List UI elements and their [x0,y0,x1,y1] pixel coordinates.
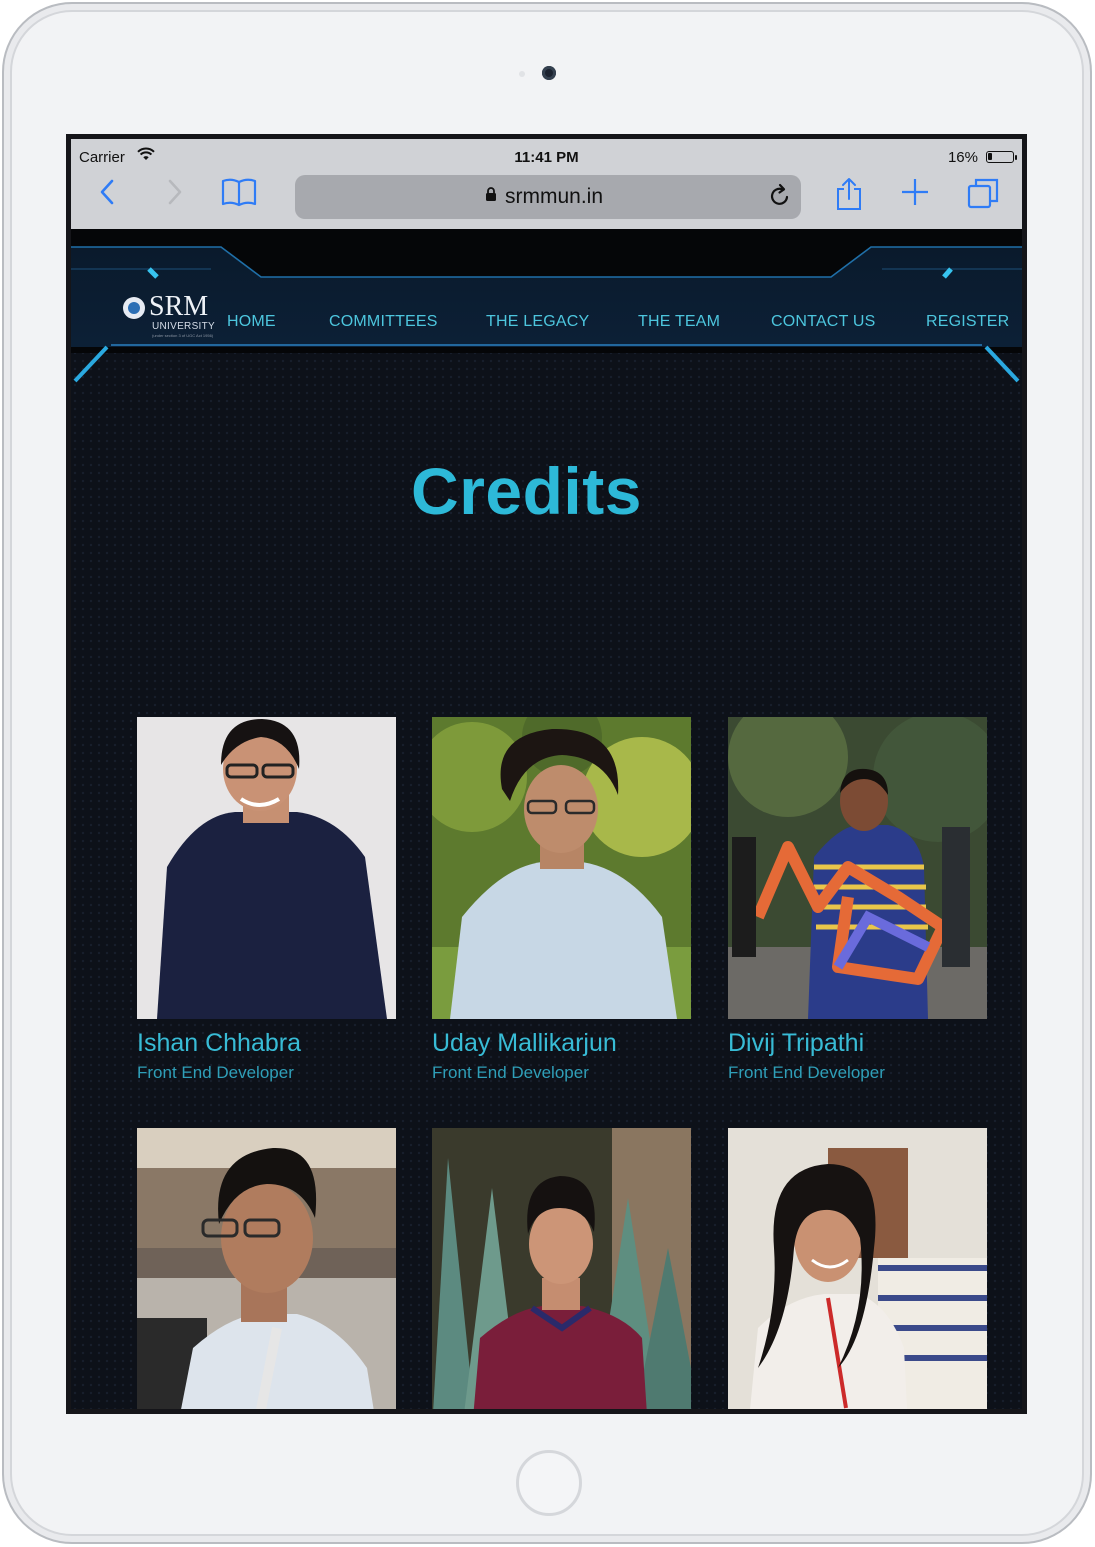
reload-icon[interactable] [769,183,791,213]
safari-toolbar: Carrier 11:41 PM 16% srmmun.in [71,139,1022,229]
member-role: Front End Developer [728,1063,885,1082]
back-icon[interactable] [99,177,115,217]
battery-percent: 16% [947,149,978,166]
logo-note: (under section 3 of UGC Act 1956) [152,333,214,338]
member-role: Front End Developer [432,1063,589,1082]
website: SRM UNIVERSITY (under section 3 of UGC A… [71,229,1022,1409]
screen: Carrier 11:41 PM 16% srmmun.in SRM UNIVE… [66,134,1027,1414]
url-text: srmmun.in [505,185,604,208]
clock: 11:41 PM [514,149,579,166]
member-photo [137,717,396,1019]
nav-the-team[interactable]: THE TEAM [638,313,720,331]
team-card[interactable]: Divij Tripathi Front End Developer [728,717,987,1083]
forward-icon[interactable] [167,177,183,217]
member-name: Divij Tripathi [728,1029,865,1057]
team-card[interactable] [728,1128,987,1409]
bookmarks-icon[interactable] [221,177,257,218]
team-card[interactable] [137,1128,396,1409]
member-name: Ishan Chhabra [137,1029,302,1057]
member-photo [432,717,691,1019]
home-button[interactable] [516,1450,582,1516]
nav-committees[interactable]: COMMITTEES [329,313,438,331]
logo-subtitle: UNIVERSITY [152,321,216,332]
page-title: Credits [411,454,642,528]
nav-contact-us[interactable]: CONTACT US [771,313,876,331]
lock-icon [486,187,496,201]
member-photo [728,717,987,1019]
new-tab-icon[interactable] [901,177,929,217]
share-icon[interactable] [835,177,863,222]
member-role: Front End Developer [137,1063,294,1082]
srm-logo[interactable]: SRM UNIVERSITY (under section 3 of UGC A… [123,291,216,343]
member-name: Uday Mallikarjun [432,1029,617,1057]
battery-icon [986,151,1017,163]
team-card[interactable]: Uday Mallikarjun Front End Developer [432,717,691,1083]
front-camera [542,66,556,80]
address-bar[interactable]: srmmun.in [295,175,801,219]
nav-the-legacy[interactable]: THE LEGACY [486,313,589,331]
srm-emblem-icon [123,297,145,319]
member-photo [728,1128,987,1409]
site-header: SRM UNIVERSITY (under section 3 of UGC A… [71,229,1022,399]
team-card[interactable]: Ishan Chhabra Front End Developer [137,717,396,1083]
tabs-icon[interactable] [967,177,999,220]
member-photo [137,1128,396,1409]
nav-home[interactable]: HOME [227,313,276,331]
nav-register[interactable]: REGISTER [926,313,1009,331]
logo-name: SRM [149,291,209,322]
team-card[interactable] [432,1128,691,1409]
sensor [519,71,525,77]
member-photo [432,1128,691,1409]
status-bar: Carrier 11:41 PM 16% [71,139,1022,171]
